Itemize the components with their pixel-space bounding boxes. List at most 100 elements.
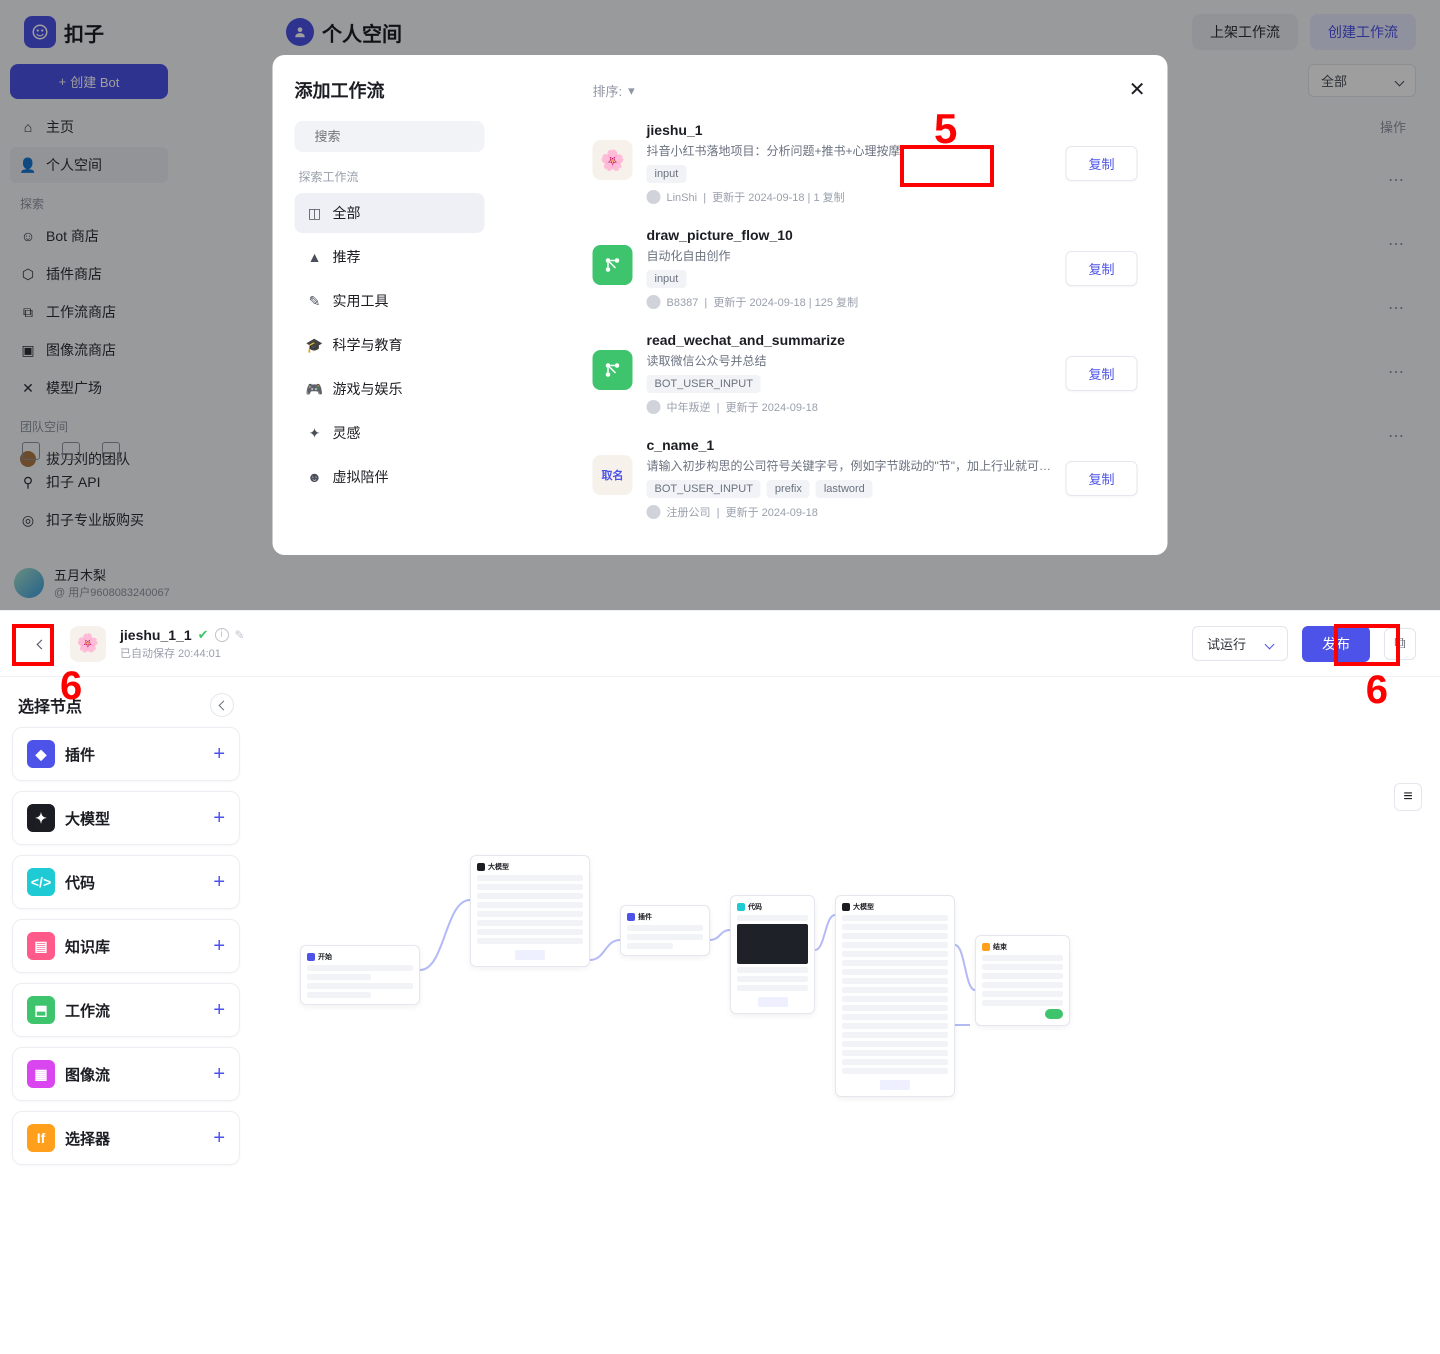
- node-card[interactable]: If 选择器 +: [12, 1111, 240, 1165]
- workflow-tags: BOT_USER_INPUTprefixlastword: [647, 480, 1052, 498]
- row-actions-icon[interactable]: ⋯: [1388, 234, 1406, 254]
- sort-dropdown-icon: ▾: [628, 83, 635, 99]
- add-node-button[interactable]: +: [213, 807, 225, 830]
- edit-icon[interactable]: ✎: [235, 628, 245, 642]
- workflow-row[interactable]: 🌸 jieshu_1 抖音小红书落地项目：分析问题+推书+心理按摩 input …: [593, 114, 1138, 219]
- logo[interactable]: 扣子: [24, 16, 104, 48]
- category-game[interactable]: 🎮游戏与娱乐: [295, 369, 485, 409]
- workflow-avatar-icon: 取名: [593, 455, 633, 495]
- home-icon: ⌂: [20, 119, 36, 135]
- collapse-panel-button[interactable]: [210, 693, 234, 717]
- add-node-button[interactable]: +: [213, 1063, 225, 1086]
- chevron-left-icon: [218, 698, 227, 712]
- copy-workflow-button[interactable]: 复制: [1065, 146, 1137, 181]
- workflow-description: 自动化自由创作: [647, 247, 1052, 264]
- node-type-icon: ▤: [27, 932, 55, 960]
- add-node-button[interactable]: +: [213, 871, 225, 894]
- node-label: 选择器: [65, 1128, 203, 1149]
- sidebar-workflow-store[interactable]: ⧉工作流商店: [10, 294, 168, 330]
- sidebar-api-link[interactable]: ⚲扣子 API: [10, 464, 170, 500]
- category-science[interactable]: 🎓科学与教育: [295, 325, 485, 365]
- education-icon: 🎓: [307, 337, 323, 353]
- workspace-badge[interactable]: 个人空间: [286, 18, 402, 47]
- canvas-node-start[interactable]: 开始: [300, 945, 420, 1005]
- category-inspire[interactable]: ✦灵感: [295, 413, 485, 453]
- category-tools[interactable]: ✎实用工具: [295, 281, 485, 321]
- copy-workflow-button[interactable]: 复制: [1065, 251, 1137, 286]
- canvas-control-button[interactable]: ≡: [1394, 783, 1422, 811]
- sidebar-imageflow-store[interactable]: ▣图像流商店: [10, 332, 168, 368]
- row-actions-icon[interactable]: ⋯: [1388, 362, 1406, 382]
- publish-workflow-button[interactable]: 上架工作流: [1192, 14, 1298, 50]
- canvas-node-plugin[interactable]: 插件: [620, 905, 710, 956]
- workflow-row[interactable]: read_wechat_and_summarize 读取微信公众号并总结 BOT…: [593, 324, 1138, 429]
- tool-icon-3[interactable]: [102, 442, 120, 460]
- canvas-node-llm-2[interactable]: 大模型: [835, 895, 955, 1097]
- workspace-title: 个人空间: [322, 18, 402, 47]
- workflow-tags: input: [647, 270, 1052, 288]
- workflow-tag: input: [647, 270, 687, 288]
- game-icon: 🎮: [307, 381, 323, 397]
- node-card[interactable]: ▤ 知识库 +: [12, 919, 240, 973]
- tool-icon-2[interactable]: [62, 442, 80, 460]
- canvas-node-code[interactable]: 代码: [730, 895, 815, 1014]
- node-type-icon: ▦: [27, 1060, 55, 1088]
- workflow-canvas[interactable]: 开始 大模型 插件 代码 大模型 结束: [260, 765, 1440, 1185]
- workflow-row[interactable]: draw_picture_flow_10 自动化自由创作 input B8387…: [593, 219, 1138, 324]
- node-card[interactable]: ▦ 图像流 +: [12, 1047, 240, 1101]
- category-companion[interactable]: ☻虚拟陪伴: [295, 457, 485, 497]
- copy-workflow-button[interactable]: 复制: [1065, 356, 1137, 391]
- test-run-button[interactable]: 试运行: [1192, 626, 1288, 661]
- canvas-node-end[interactable]: 结束: [975, 935, 1070, 1026]
- row-actions-icon[interactable]: ⋯: [1388, 298, 1406, 318]
- add-node-button[interactable]: +: [213, 743, 225, 766]
- node-card[interactable]: </> 代码 +: [12, 855, 240, 909]
- sidebar-model-square[interactable]: ✕模型广场: [10, 370, 168, 406]
- grid-icon: ◫: [307, 205, 323, 221]
- sidebar-home[interactable]: ⌂主页: [10, 109, 168, 145]
- workflow-tag: input: [647, 165, 687, 183]
- close-button[interactable]: ✕: [1129, 77, 1146, 102]
- create-workflow-button[interactable]: 创建工作流: [1310, 14, 1416, 50]
- info-icon[interactable]: i: [215, 628, 229, 642]
- row-actions-icon[interactable]: ⋯: [1388, 426, 1406, 446]
- sidebar-personal-space[interactable]: 👤个人空间: [10, 147, 168, 183]
- node-card[interactable]: ◆ 插件 +: [12, 727, 240, 781]
- copy-workflow-button[interactable]: 复制: [1065, 461, 1137, 496]
- logo-icon: [24, 16, 56, 48]
- create-bot-button[interactable]: +创建 Bot: [10, 64, 168, 99]
- node-type-icon: </>: [27, 868, 55, 896]
- search-box[interactable]: [295, 121, 485, 152]
- annotation-label-5: 5: [934, 105, 957, 153]
- sort-row[interactable]: 排序:▾: [593, 81, 1138, 100]
- workflow-row[interactable]: 取名 c_name_1 请输入初步构思的公司符号关键字号，例如字节跳动的"节"，…: [593, 429, 1138, 534]
- flow-title: jieshu_1_1: [120, 627, 192, 643]
- category-recommend[interactable]: ▲推荐: [295, 237, 485, 277]
- filter-select[interactable]: 全部: [1308, 64, 1416, 97]
- row-actions-icon[interactable]: ⋯: [1388, 170, 1406, 190]
- node-card[interactable]: ⬒ 工作流 +: [12, 983, 240, 1037]
- add-node-button[interactable]: +: [213, 1127, 225, 1150]
- node-type-icon: If: [27, 1124, 55, 1152]
- bottom-screenshot-region: 🌸 jieshu_1_1 ✔ i ✎ 已自动保存 20:44:01 试运行 发布…: [0, 610, 1440, 1354]
- workflow-meta: 中年叛逆 | 更新于 2024-09-18: [647, 399, 1052, 415]
- node-card[interactable]: ✦ 大模型 +: [12, 791, 240, 845]
- search-input[interactable]: [315, 129, 491, 144]
- current-user-block[interactable]: 五月木梨 @ 用户9608083240067: [14, 565, 170, 600]
- workflow-avatar-icon: [593, 245, 633, 285]
- wrench-icon: ✎: [307, 293, 323, 309]
- tool-icon-1[interactable]: [22, 442, 40, 460]
- user-id: @ 用户9608083240067: [54, 584, 170, 600]
- workflow-avatar-icon: [593, 350, 633, 390]
- add-node-button[interactable]: +: [213, 999, 225, 1022]
- canvas-node-llm[interactable]: 大模型: [470, 855, 590, 967]
- add-node-button[interactable]: +: [213, 935, 225, 958]
- sidebar-bot-store[interactable]: ☺Bot 商店: [10, 218, 168, 254]
- sidebar-plugin-store[interactable]: ⬡插件商店: [10, 256, 168, 292]
- node-label: 代码: [65, 872, 203, 893]
- bottom-links: ⚲扣子 API ◎扣子专业版购买: [10, 464, 170, 540]
- editor-header: 🌸 jieshu_1_1 ✔ i ✎ 已自动保存 20:44:01 试运行 发布…: [0, 611, 1440, 677]
- category-all[interactable]: ◫全部: [295, 193, 485, 233]
- node-type-icon: ⬒: [27, 996, 55, 1024]
- sidebar-pro-link[interactable]: ◎扣子专业版购买: [10, 502, 170, 538]
